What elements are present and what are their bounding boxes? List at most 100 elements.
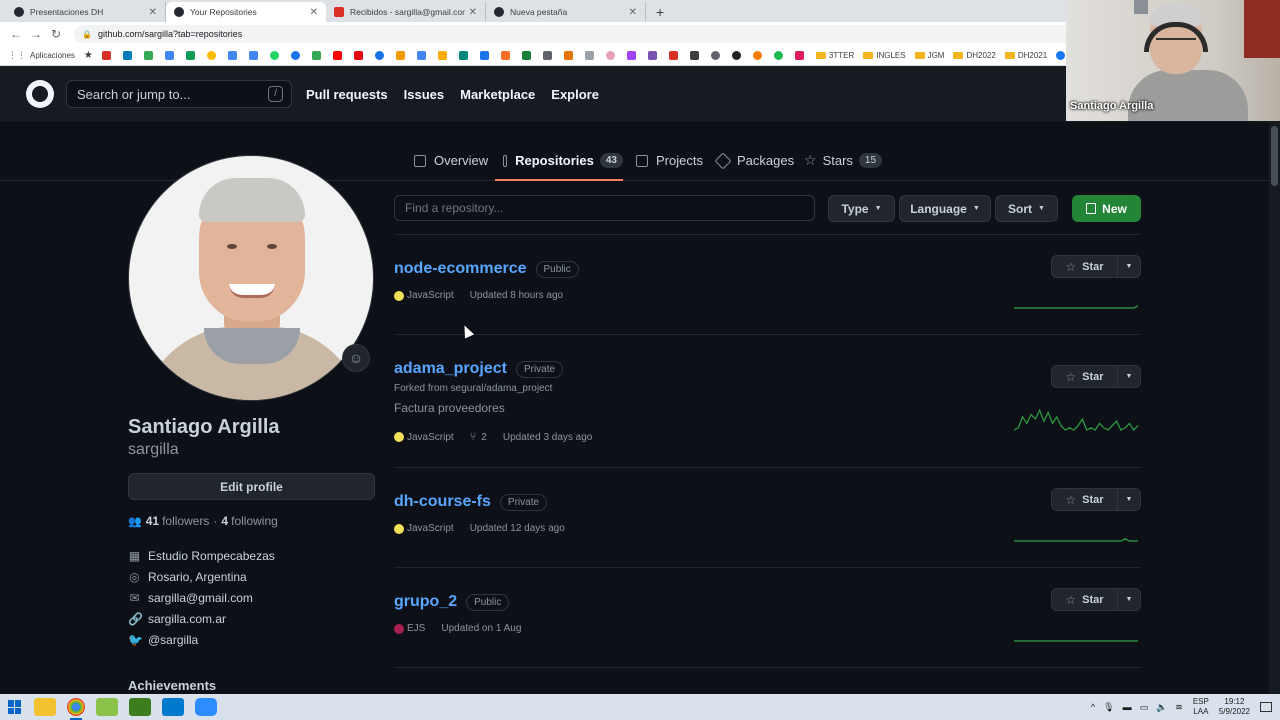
bookmark-folder-jgm[interactable]: JGM: [914, 51, 944, 60]
camera-icon[interactable]: ▬: [1123, 702, 1132, 712]
bookmark-star-icon[interactable]: ★: [84, 50, 93, 61]
back-arrow-icon[interactable]: ←: [6, 27, 26, 41]
sort-dropdown[interactable]: Sort ▼: [995, 195, 1058, 222]
bookmark-youtube-icon[interactable]: [332, 51, 345, 60]
star-list-dropdown[interactable]: ▼: [1118, 263, 1140, 270]
network-icon[interactable]: ▭: [1140, 702, 1149, 713]
bookmark-docs-icon[interactable]: [248, 51, 261, 60]
close-icon[interactable]: ✕: [469, 7, 477, 18]
language-dropdown[interactable]: Language ▼: [899, 195, 991, 222]
bookmark-tool-icon[interactable]: [584, 51, 597, 60]
bookmark-folder-3tter[interactable]: 3TTER: [815, 51, 854, 60]
bookmark-spotify-icon[interactable]: [773, 51, 786, 60]
volume-icon[interactable]: 🔈: [1156, 702, 1167, 713]
bookmark-sheets-icon[interactable]: [185, 51, 198, 60]
star-list-dropdown[interactable]: ▼: [1118, 373, 1140, 380]
terminal-icon[interactable]: [129, 698, 151, 716]
bookmark-calendar-icon[interactable]: [416, 51, 429, 60]
new-repository-button[interactable]: New: [1072, 195, 1141, 222]
bookmark-play-icon[interactable]: [374, 51, 387, 60]
star-button[interactable]: ☆ Star ▼: [1051, 588, 1141, 611]
bookmark-drive-icon[interactable]: [143, 51, 156, 60]
tab-projects[interactable]: Projects: [636, 140, 703, 181]
url-input[interactable]: 🔒 github.com/sargilla?tab=repositories: [74, 25, 1074, 43]
star-list-dropdown[interactable]: ▼: [1118, 596, 1140, 603]
star-button[interactable]: ☆ Star ▼: [1051, 365, 1141, 388]
type-dropdown[interactable]: Type ▼: [828, 195, 895, 222]
bookmark-trello-icon[interactable]: [122, 51, 135, 60]
bookmark-gitlab-icon[interactable]: [500, 51, 513, 60]
vcard-website[interactable]: 🔗 sargilla.com.ar: [128, 612, 226, 626]
clock[interactable]: 19:12 5/9/2022: [1219, 697, 1250, 717]
bookmark-bookmark-icon[interactable]: [164, 51, 177, 60]
tab-stars[interactable]: ☆ Stars 15: [804, 140, 883, 181]
bookmark-web-icon[interactable]: [290, 51, 303, 60]
bookmark-whatsapp-icon[interactable]: [269, 51, 282, 60]
bookmark-maps-icon[interactable]: [206, 51, 219, 60]
reload-icon[interactable]: ↻: [46, 27, 66, 41]
bookmark-meet-icon[interactable]: [458, 51, 471, 60]
chevron-up-icon[interactable]: ^: [1091, 702, 1095, 712]
nav-marketplace[interactable]: Marketplace: [460, 87, 535, 102]
bookmark-flag-icon[interactable]: [521, 51, 534, 60]
star-button[interactable]: ☆ Star ▼: [1051, 255, 1141, 278]
bookmark-folder-ingles[interactable]: INGLES: [863, 51, 906, 60]
language-indicator[interactable]: ESP LAA: [1193, 697, 1209, 717]
edit-profile-button[interactable]: Edit profile: [128, 473, 375, 500]
following-link[interactable]: 4 following: [221, 514, 277, 528]
followers-link[interactable]: 41 followers: [146, 514, 210, 528]
bookmark-folder-dh2021[interactable]: DH2021: [1004, 51, 1047, 60]
bookmark-location-icon[interactable]: [311, 51, 324, 60]
star-button[interactable]: ☆ Star ▼: [1051, 488, 1141, 511]
close-icon[interactable]: ✕: [310, 7, 318, 18]
bookmark-orange-icon[interactable]: [752, 51, 765, 60]
github-logo-icon[interactable]: [26, 80, 54, 108]
close-icon[interactable]: ✕: [149, 7, 157, 18]
bookmark-shield-icon[interactable]: [479, 51, 492, 60]
repo-name-link[interactable]: adama_project: [394, 360, 507, 378]
repo-name-link[interactable]: grupo_2: [394, 593, 457, 611]
bookmark-drop-icon[interactable]: [710, 51, 723, 60]
bookmark-app-icon[interactable]: [395, 51, 408, 60]
tab-repositories[interactable]: Repositories 43: [495, 140, 623, 181]
zoom-icon[interactable]: [195, 698, 217, 716]
tab-packages[interactable]: Packages: [714, 140, 794, 181]
bookmark-edit-icon[interactable]: [542, 51, 555, 60]
nav-pull-requests[interactable]: Pull requests: [306, 87, 388, 102]
search-input[interactable]: Search or jump to... /: [66, 80, 292, 108]
notification-icon[interactable]: [1260, 702, 1272, 712]
forks-link[interactable]: ⑂ 2: [470, 431, 487, 443]
file-explorer-icon[interactable]: [34, 698, 56, 716]
vscode-icon[interactable]: [162, 698, 184, 716]
browser-tab-presentaciones[interactable]: Presentaciones DH ✕: [6, 2, 166, 22]
new-tab-button[interactable]: +: [646, 2, 674, 22]
forked-from[interactable]: Forked from segural/adama_project: [394, 383, 1141, 394]
browser-tab-gmail[interactable]: Recibidos - sargilla@gmail.com ✕: [326, 2, 486, 22]
repo-name-link[interactable]: node-ecommerce: [394, 260, 527, 278]
microphone-icon[interactable]: 🎙: [1103, 702, 1114, 713]
tab-overview[interactable]: Overview: [414, 140, 488, 181]
star-list-dropdown[interactable]: ▼: [1118, 496, 1140, 503]
notepad-plus-icon[interactable]: [96, 698, 118, 716]
bookmark-pink-icon[interactable]: [605, 51, 618, 60]
bookmark-netflix-icon[interactable]: [353, 51, 366, 60]
close-icon[interactable]: ✕: [629, 7, 637, 18]
bookmark-apps[interactable]: ⋮⋮ Aplicaciones: [8, 50, 75, 61]
bookmark-pix-icon[interactable]: [626, 51, 639, 60]
nav-issues[interactable]: Issues: [404, 87, 444, 102]
bookmark-heart-icon[interactable]: [563, 51, 576, 60]
vcard-email[interactable]: ✉ sargilla@gmail.com: [128, 591, 252, 605]
windows-start-icon[interactable]: [8, 700, 22, 714]
bookmark-cloud-icon[interactable]: [731, 51, 744, 60]
bookmark-chart-icon[interactable]: [437, 51, 450, 60]
vcard-twitter[interactable]: 🐦 @sargilla: [128, 633, 198, 647]
bookmark-slack-icon[interactable]: [794, 51, 807, 60]
find-repository-input[interactable]: Find a repository...: [394, 195, 815, 221]
browser-tab-nueva[interactable]: Nueva pestaña ✕: [486, 2, 646, 22]
bookmark-photos-icon[interactable]: [227, 51, 240, 60]
nav-explore[interactable]: Explore: [551, 87, 599, 102]
avatar[interactable]: [128, 155, 374, 401]
scrollbar-thumb[interactable]: [1271, 126, 1278, 186]
repo-name-link[interactable]: dh-course-fs: [394, 493, 491, 511]
forward-arrow-icon[interactable]: →: [26, 27, 46, 41]
